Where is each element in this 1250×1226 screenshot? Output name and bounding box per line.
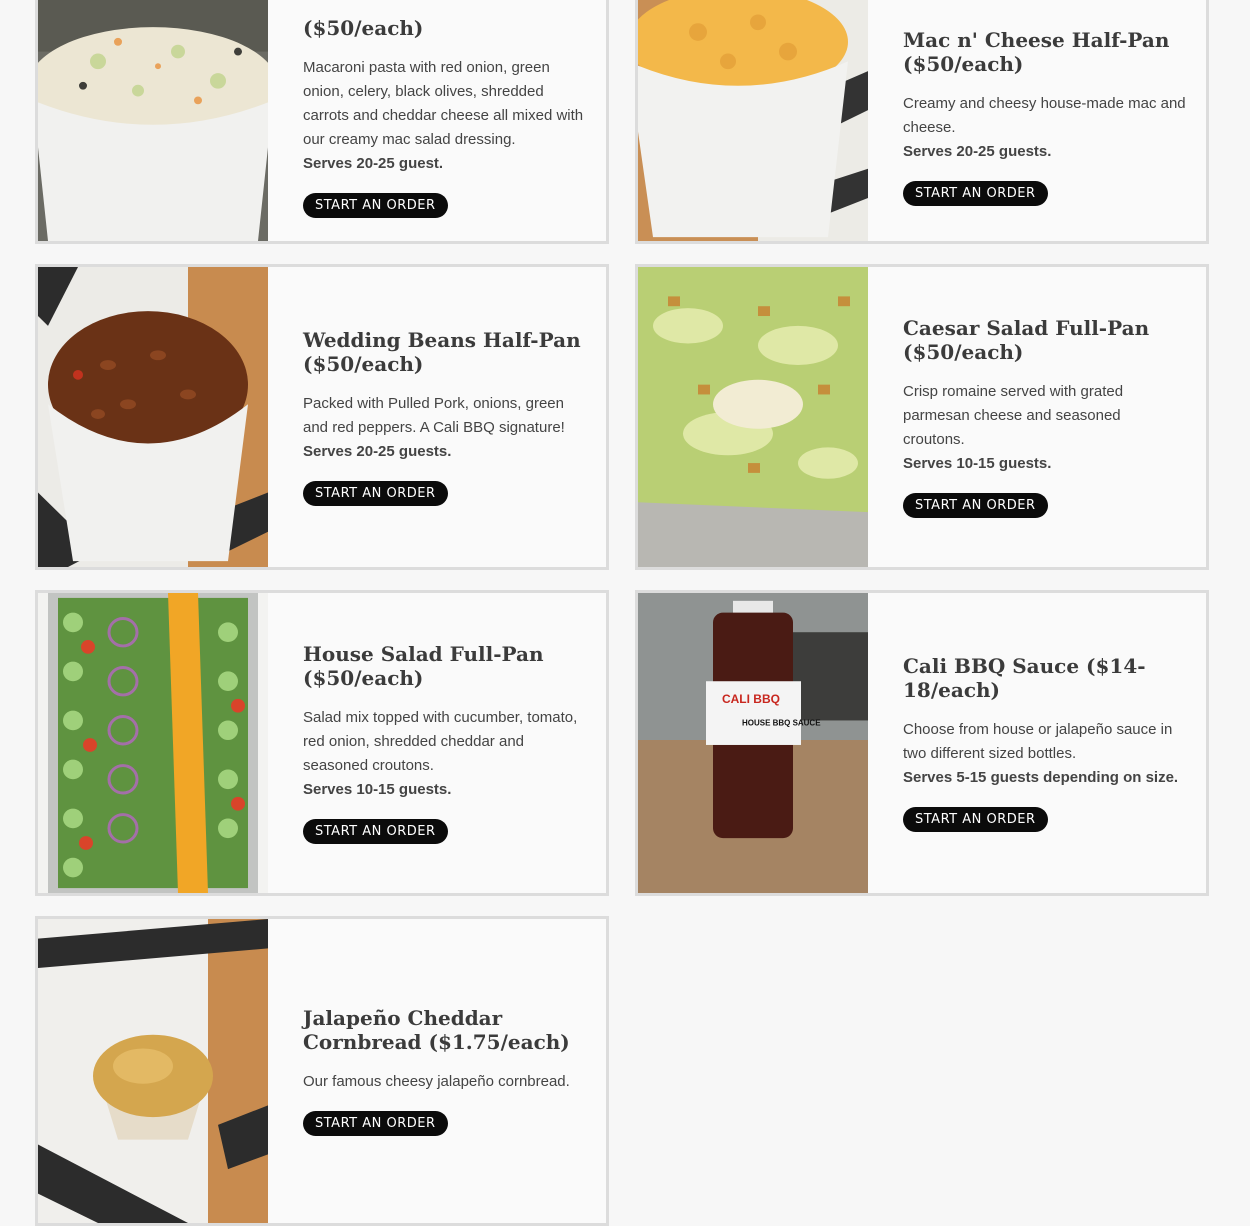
item-title: Jalapeño Cheddar Cornbread ($1.75/each)	[303, 1006, 570, 1054]
item-description: Creamy and cheesy house-made mac and che…	[903, 95, 1186, 136]
item-description: Choose from house or jalapeño sauce in t…	[903, 721, 1173, 762]
start-order-button[interactable]: START AN ORDER	[903, 181, 1048, 206]
menu-card-bbq-sauce: CALI BBQ HOUSE BBQ SAUCE Cali BBQ Sauce …	[635, 590, 1209, 896]
start-order-button[interactable]: START AN ORDER	[303, 193, 448, 218]
cornbread-muffin-image	[38, 919, 268, 1223]
item-serves: Serves 20-25 guests.	[903, 143, 1052, 160]
item-title: House Salad Full-Pan ($50/each)	[303, 642, 544, 690]
start-order-button[interactable]: START AN ORDER	[903, 493, 1048, 518]
menu-card-house-salad: House Salad Full-Pan ($50/each) Salad mi…	[35, 590, 609, 896]
item-title: Cali BBQ Sauce ($14-18/each)	[903, 654, 1146, 702]
caesar-salad-image	[638, 267, 868, 567]
mac-and-cheese-image	[638, 0, 868, 241]
item-serves: Serves 10-15 guests.	[903, 455, 1052, 472]
menu-card-cornbread: Jalapeño Cheddar Cornbread ($1.75/each) …	[35, 916, 609, 1226]
item-description: Our famous cheesy jalapeño cornbread.	[303, 1073, 570, 1090]
item-serves: Serves 5-15 guests depending on size.	[903, 769, 1179, 786]
start-order-button[interactable]: START AN ORDER	[303, 819, 448, 844]
macaroni-salad-image	[38, 0, 268, 241]
start-order-button[interactable]: START AN ORDER	[303, 481, 448, 506]
item-serves: Serves 20-25 guests.	[303, 443, 452, 460]
menu-card-caesar-salad: Caesar Salad Full-Pan ($50/each) Crisp r…	[635, 264, 1209, 570]
item-title: Wedding Beans Half-Pan ($50/each)	[303, 328, 581, 376]
item-serves: Serves 20-25 guest.	[303, 155, 444, 172]
wedding-beans-image	[38, 267, 268, 567]
menu-card-wedding-beans: Wedding Beans Half-Pan ($50/each) Packed…	[35, 264, 609, 570]
item-description: Crisp romaine served with grated parmesa…	[903, 383, 1124, 448]
item-title: ($50/each)	[303, 16, 424, 40]
bottle-label-brand: CALI BBQ	[722, 692, 780, 706]
bbq-sauce-bottle-image: CALI BBQ HOUSE BBQ SAUCE	[638, 593, 868, 893]
item-title: Caesar Salad Full-Pan ($50/each)	[903, 316, 1150, 364]
menu-card-mac-and-cheese: Mac n' Cheese Half-Pan ($50/each) Creamy…	[635, 0, 1209, 244]
item-description: Macaroni pasta with red onion, green oni…	[303, 59, 584, 148]
item-title: Mac n' Cheese Half-Pan ($50/each)	[903, 28, 1170, 76]
item-description: Packed with Pulled Pork, onions, green a…	[303, 395, 565, 436]
menu-card-macaroni-salad: ($50/each) Macaroni pasta with red onion…	[35, 0, 609, 244]
start-order-button[interactable]: START AN ORDER	[303, 1111, 448, 1136]
item-serves: Serves 10-15 guests.	[303, 781, 452, 798]
house-salad-image	[38, 593, 268, 893]
item-description: Salad mix topped with cucumber, tomato, …	[303, 709, 578, 774]
bottle-label-name: HOUSE BBQ SAUCE	[742, 718, 821, 727]
start-order-button[interactable]: START AN ORDER	[903, 807, 1048, 832]
